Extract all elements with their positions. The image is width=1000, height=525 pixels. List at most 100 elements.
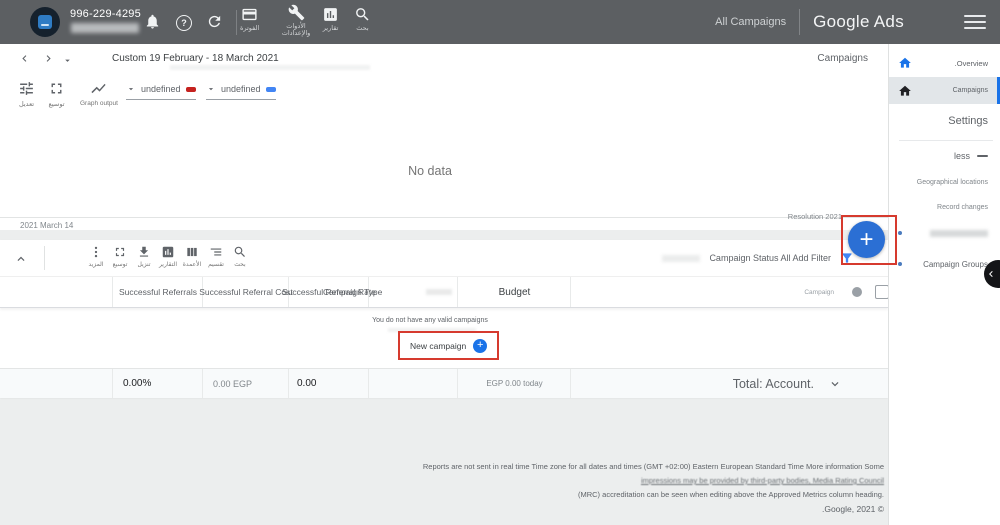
sidebar-redacted-label [930,229,988,237]
footer-line-3: (MRC) accreditation can be seen when edi… [577,490,884,499]
totals-rate: 0.00% [112,369,213,398]
table-columns-button[interactable]: الأعمدة [180,245,204,268]
chart-adjust-label: تعديل [18,101,35,108]
empty-campaigns-message: You do not have any valid campaigns [372,317,488,324]
date-range-bar: Custom 19 February - 18 March 2021 Campa… [0,44,888,74]
nav-reports[interactable]: تقارير [322,6,339,32]
table-more-button[interactable]: المزيد [84,245,108,268]
date-dropdown-arrow-icon[interactable] [62,55,73,66]
campaign-status-filter[interactable]: Campaign Status All Add Filter [709,253,831,263]
campaigns-table: المزيد توسيع تنزيل التقارير الأعمدة تقسي… [0,240,889,398]
expand-icon [51,83,62,94]
campaign-column-label[interactable]: Campaign [804,289,834,296]
totals-cost: 0.00 EGP [202,369,299,398]
dropdown-arrow-icon [128,88,134,91]
sidebar-item-geographical-locations[interactable]: Geographical locations [889,174,1000,190]
sidebar-item-campaigns[interactable]: Campaigns [889,77,1000,104]
header-campaign-type[interactable]: Campaign Type [323,277,458,307]
table-segment-button[interactable]: تقسيم [204,245,228,268]
google-ads-logo: Google Ads [813,12,904,31]
status-dot-icon [852,287,862,297]
collapse-table-chevron-icon[interactable] [14,252,28,266]
annotation-box-new-campaign: New campaign + [398,331,500,360]
resolution-label: Resolution 2021 [787,212,842,221]
table-search-button[interactable]: بحث [228,245,252,268]
line-chart-icon [91,83,107,94]
google-ads-window: 996-229-4295 ? الفوترة الأدوات والإعدادا… [0,0,1000,525]
sidebar-item-redacted[interactable] [889,226,1000,240]
help-icon[interactable]: ? [176,15,192,31]
less-label: less [953,151,970,161]
sidebar-item-campaign-groups[interactable]: Campaign Groups [889,256,1000,272]
nav-billing-label: الفوترة [240,25,260,32]
header-budget[interactable]: Budget [457,277,571,307]
sidebar-divider [899,140,993,141]
table-download-button[interactable]: تنزيل [132,245,156,268]
all-campaigns-breadcrumb[interactable]: All Campaigns [715,16,786,28]
totals-row: 0.00% 0.00 EGP 0.00 EGP 0.00 today Total… [0,368,888,398]
table-download-label: تنزيل [137,262,151,268]
sidebar-item-record-changes[interactable]: Record changes [889,199,1000,215]
metric-selector-1[interactable]: undefined [126,84,196,100]
header-empty-cell [0,277,112,307]
totals-budget: EGP 0.00 today [457,369,571,398]
chevron-right-icon[interactable] [42,52,55,65]
blogger-logo-icon [38,15,52,29]
overview-label: .Overview [954,58,988,68]
table-expand-button[interactable]: توسيع [108,245,132,268]
dropdown-arrow-icon [208,88,214,91]
graph-output-button[interactable]: Graph output [80,80,118,107]
download-icon [139,246,149,257]
new-campaign-fab[interactable]: + [848,221,885,258]
account-avatar[interactable] [30,7,60,37]
nav-billing[interactable]: الفوترة [240,6,259,32]
sidebar-show-less[interactable]: less [889,145,1000,167]
table-columns-label: الأعمدة [182,262,202,268]
footer-line-2-links: impressions may be provided by third-par… [640,476,884,485]
series-color-blue-chip [265,86,276,92]
menu-hamburger-icon[interactable] [964,15,986,29]
notifications-bell-icon[interactable] [144,13,161,30]
logo-divider [799,9,801,35]
footer-disclaimer: Reports are not sent in real time Time z… [104,462,884,514]
chart-expand-button[interactable]: توسيع [48,80,65,108]
sidebar-item-overview[interactable]: .Overview [889,51,1000,75]
date-range-value[interactable]: Custom 19 February - 18 March 2021 [112,53,279,64]
footer-copyright: .Google, 2021 © [821,504,884,514]
table-segment-label: تقسيم [208,262,224,268]
select-all-checkbox[interactable] [875,285,889,299]
header-successful-referrals[interactable]: Successful Referrals [112,277,203,307]
search-icon [234,246,245,257]
nav-tools-label: الأدوات والإعدادات [281,23,311,37]
more-vertical-icon [94,246,98,258]
table-reports-button[interactable]: التقارير [156,245,180,268]
chevron-left-icon[interactable] [18,52,31,65]
account-name-redacted [71,23,139,33]
metric-selector-2[interactable]: undefined [206,84,276,100]
chevron-down-icon[interactable] [828,377,842,391]
toolbar-divider [44,246,45,270]
nav-tools[interactable]: الأدوات والإعدادات [274,4,318,37]
geographical-locations-label: Geographical locations [916,178,988,186]
totals-referrals: 0.00 [288,369,377,398]
refresh-icon[interactable] [206,13,223,30]
nav-search[interactable]: بحث [354,6,371,32]
table-header-row: Successful Referrals Successful Referral… [0,276,889,308]
filter-bar: Campaign Status All Add Filter [662,251,854,265]
columns-icon [187,247,197,257]
campaigns-label: Campaigns [952,87,988,94]
nav-reports-label: تقارير [322,25,339,32]
table-reports-label: التقارير [158,262,178,268]
filter-funnel-icon[interactable] [840,251,854,265]
chart-adjust-button[interactable]: تعديل [18,80,35,108]
header-successful-referral-cost[interactable]: Successful Referral Cost [199,277,293,307]
chart-empty-message: No data [408,164,452,178]
account-switcher[interactable]: 996-229-4295 [70,8,141,33]
chevron-left-icon [989,271,993,277]
table-expand-label: توسيع [112,262,128,268]
new-campaign-button[interactable]: New campaign + [400,333,498,358]
record-changes-label: Record changes [937,203,988,211]
axis-date-label: 2021 March 14 [20,221,74,230]
sidebar-item-settings[interactable]: Settings [889,108,1000,134]
settings-label: Settings [948,115,988,127]
